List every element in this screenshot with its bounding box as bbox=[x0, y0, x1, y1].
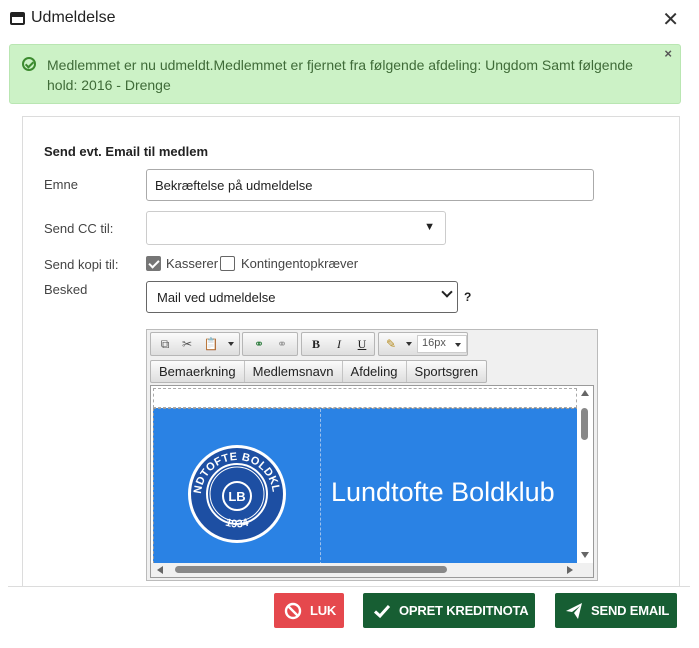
clipboard-toolbar: ⧉ ✂ 📋 bbox=[150, 332, 240, 356]
subject-input[interactable] bbox=[146, 169, 594, 201]
insert-sportsgren-button[interactable]: Sportsgren bbox=[407, 361, 487, 382]
brush-icon[interactable]: ✎ bbox=[381, 335, 401, 353]
cc-label: Send CC til: bbox=[44, 221, 114, 236]
message-template-select[interactable]: Mail ved udmeldelse bbox=[146, 281, 458, 313]
insert-medlemsnavn-button[interactable]: Medlemsnavn bbox=[245, 361, 343, 382]
dropdown-arrow-icon: ▼ bbox=[424, 221, 435, 233]
credit-note-label: OPRET KREDITNOTA bbox=[399, 603, 529, 618]
cc-select[interactable]: ▼ bbox=[146, 211, 446, 245]
message-label: Besked bbox=[44, 282, 88, 297]
svg-text:1934: 1934 bbox=[224, 516, 251, 530]
scroll-down-icon[interactable] bbox=[581, 552, 589, 558]
brush-menu-caret-icon[interactable] bbox=[406, 342, 412, 346]
paper-plane-icon bbox=[566, 602, 582, 619]
club-name-heading: Lundtofte Boldklub bbox=[331, 477, 555, 507]
bold-button[interactable]: B bbox=[306, 335, 326, 353]
message-template-value: Mail ved udmeldelse bbox=[157, 290, 276, 305]
kontingent-label: Kontingentopkræver bbox=[241, 256, 359, 271]
help-link[interactable]: ? bbox=[464, 290, 471, 304]
horizontal-scroll-thumb[interactable] bbox=[175, 566, 447, 573]
underline-button[interactable]: U bbox=[352, 335, 372, 353]
dialog-titlebar: Udmeldelse ✕ bbox=[0, 0, 699, 38]
scroll-right-icon[interactable] bbox=[567, 566, 573, 574]
create-credit-note-button[interactable]: OPRET KREDITNOTA bbox=[363, 593, 535, 628]
copy-label: Send kopi til: bbox=[44, 257, 119, 272]
vertical-scrollbar[interactable] bbox=[577, 386, 593, 564]
insert-field-toolbar: Bemaerkning Medlemsnavn Afdeling Sportsg… bbox=[150, 360, 488, 383]
subject-label: Emne bbox=[44, 177, 78, 192]
link-toolbar: ⚭ ⚭ bbox=[242, 332, 298, 356]
style-toolbar: ✎ 16px bbox=[378, 332, 468, 356]
send-email-button[interactable]: SEND EMAIL bbox=[555, 593, 677, 628]
horizontal-scrollbar[interactable] bbox=[151, 563, 593, 577]
club-logo: LUNDTOFTE BOLDKLUB 1934 LB bbox=[187, 444, 286, 543]
unsubscribe-dialog: Udmeldelse ✕ Medlemmet er nu udmeldt.Med… bbox=[0, 0, 699, 648]
kasserer-label: Kasserer bbox=[166, 256, 219, 271]
success-alert: Medlemmet er nu udmeldt.Medlemmet er fje… bbox=[9, 44, 681, 104]
alert-close-button[interactable]: × bbox=[664, 46, 672, 61]
ban-icon bbox=[284, 602, 302, 619]
dialog-close-button[interactable]: ✕ bbox=[662, 7, 679, 32]
dialog-title: Udmeldelse bbox=[31, 9, 116, 26]
font-size-select[interactable]: 16px bbox=[417, 335, 467, 353]
link-icon[interactable]: ⚭ bbox=[249, 335, 269, 353]
chevron-down-icon bbox=[441, 286, 453, 298]
kasserer-checkbox[interactable] bbox=[146, 256, 161, 271]
kontingent-checkbox[interactable] bbox=[220, 256, 235, 271]
scroll-left-icon[interactable] bbox=[157, 566, 163, 574]
check-icon bbox=[373, 604, 391, 618]
copy-icon[interactable]: ⧉ bbox=[155, 335, 175, 353]
section-title: Send evt. Email til medlem bbox=[44, 144, 208, 159]
unlink-icon[interactable]: ⚭ bbox=[272, 335, 292, 353]
check-circle-icon bbox=[22, 57, 36, 71]
rich-text-editor: ⧉ ✂ 📋 ⚭ ⚭ B I U ✎ 16px Bemaerkning Medle… bbox=[146, 329, 598, 581]
paste-menu-caret-icon[interactable] bbox=[228, 342, 234, 346]
insert-afdeling-button[interactable]: Afdeling bbox=[343, 361, 407, 382]
club-banner: LUNDTOFTE BOLDKLUB 1934 LB Lundtofte Bol… bbox=[153, 408, 579, 565]
footer-divider bbox=[8, 586, 690, 587]
paste-icon[interactable]: 📋 bbox=[201, 335, 221, 353]
cut-icon[interactable]: ✂ bbox=[177, 335, 197, 353]
close-button[interactable]: LUK bbox=[274, 593, 344, 628]
svg-text:LB: LB bbox=[228, 489, 245, 504]
scroll-up-icon[interactable] bbox=[581, 390, 589, 396]
close-button-label: LUK bbox=[310, 603, 337, 618]
window-icon bbox=[10, 12, 25, 25]
banner-cell-divider bbox=[320, 409, 321, 565]
content-spacer bbox=[153, 388, 577, 408]
send-email-label: SEND EMAIL bbox=[591, 603, 670, 618]
vertical-scroll-thumb[interactable] bbox=[581, 408, 588, 440]
italic-button[interactable]: I bbox=[329, 335, 349, 353]
insert-bemaerkning-button[interactable]: Bemaerkning bbox=[151, 361, 245, 382]
alert-message: Medlemmet er nu udmeldt.Medlemmet er fje… bbox=[47, 57, 633, 93]
format-toolbar: B I U bbox=[301, 332, 375, 356]
editor-content-area[interactable]: LUNDTOFTE BOLDKLUB 1934 LB Lundtofte Bol… bbox=[150, 385, 594, 578]
